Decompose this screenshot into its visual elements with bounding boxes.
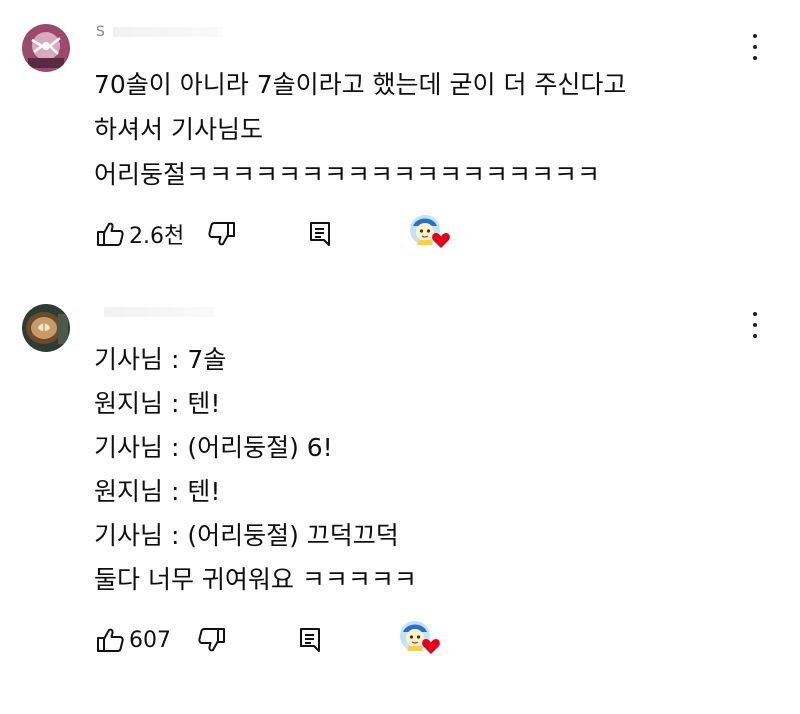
avatar[interactable] — [22, 304, 70, 352]
reply-icon[interactable] — [305, 219, 335, 249]
comment-line: 기사님 : 7솔 — [94, 345, 227, 374]
thumbs-down-icon[interactable] — [207, 219, 237, 249]
comment-line: 원지님 : 텐! — [94, 389, 221, 418]
comment-line: 기사님 : (어리둥절) 6! — [94, 433, 333, 462]
reply-icon[interactable] — [295, 625, 325, 655]
comment-line: 하셔서 기사님도 — [94, 115, 263, 144]
comment-line: 기사님 : (어리둥절) 끄덕끄덕 — [94, 521, 399, 550]
more-options-icon[interactable] — [752, 34, 758, 60]
like-count: 2.6천 — [129, 224, 185, 249]
comment-line: 원지님 : 텐! — [94, 477, 221, 506]
comment-thread: S 70솔이 아니라 7솔이라고 했는데 굳이 더 주신다고 하셔서 기사님도 … — [0, 0, 800, 290]
creator-heart-icon — [399, 620, 443, 660]
thumbs-down-icon[interactable] — [197, 625, 227, 655]
comment-text: 기사님 : 7솔 원지님 : 텐! 기사님 : (어리둥절) 6! 원지님 : … — [94, 338, 417, 602]
more-options-icon[interactable] — [752, 312, 758, 338]
avatar[interactable] — [22, 24, 70, 72]
comment-author[interactable]: S — [96, 24, 223, 40]
comment-author[interactable] — [96, 304, 214, 320]
like-count: 607 — [129, 627, 171, 653]
comment-line: 어리둥절ㅋㅋㅋㅋㅋㅋㅋㅋㅋㅋㅋㅋㅋㅋㅋㅋㅋㅋ — [94, 160, 601, 189]
comment-actions: 2.6천 — [95, 214, 453, 254]
creator-heart-icon — [409, 214, 453, 254]
thumbs-up-icon[interactable] — [95, 625, 125, 655]
thumbs-up-icon[interactable] — [95, 219, 125, 249]
comment-thread: 기사님 : 7솔 원지님 : 텐! 기사님 : (어리둥절) 6! 원지님 : … — [0, 290, 800, 714]
comment-text: 70솔이 아니라 7솔이라고 했는데 굳이 더 주신다고 하셔서 기사님도 어리… — [94, 62, 626, 197]
comment-actions: 607 — [95, 620, 443, 660]
comment-line: 70솔이 아니라 7솔이라고 했는데 굳이 더 주신다고 — [94, 70, 627, 99]
comment-line: 둘다 너무 귀여워요 ㅋㅋㅋㅋㅋ — [94, 565, 417, 594]
